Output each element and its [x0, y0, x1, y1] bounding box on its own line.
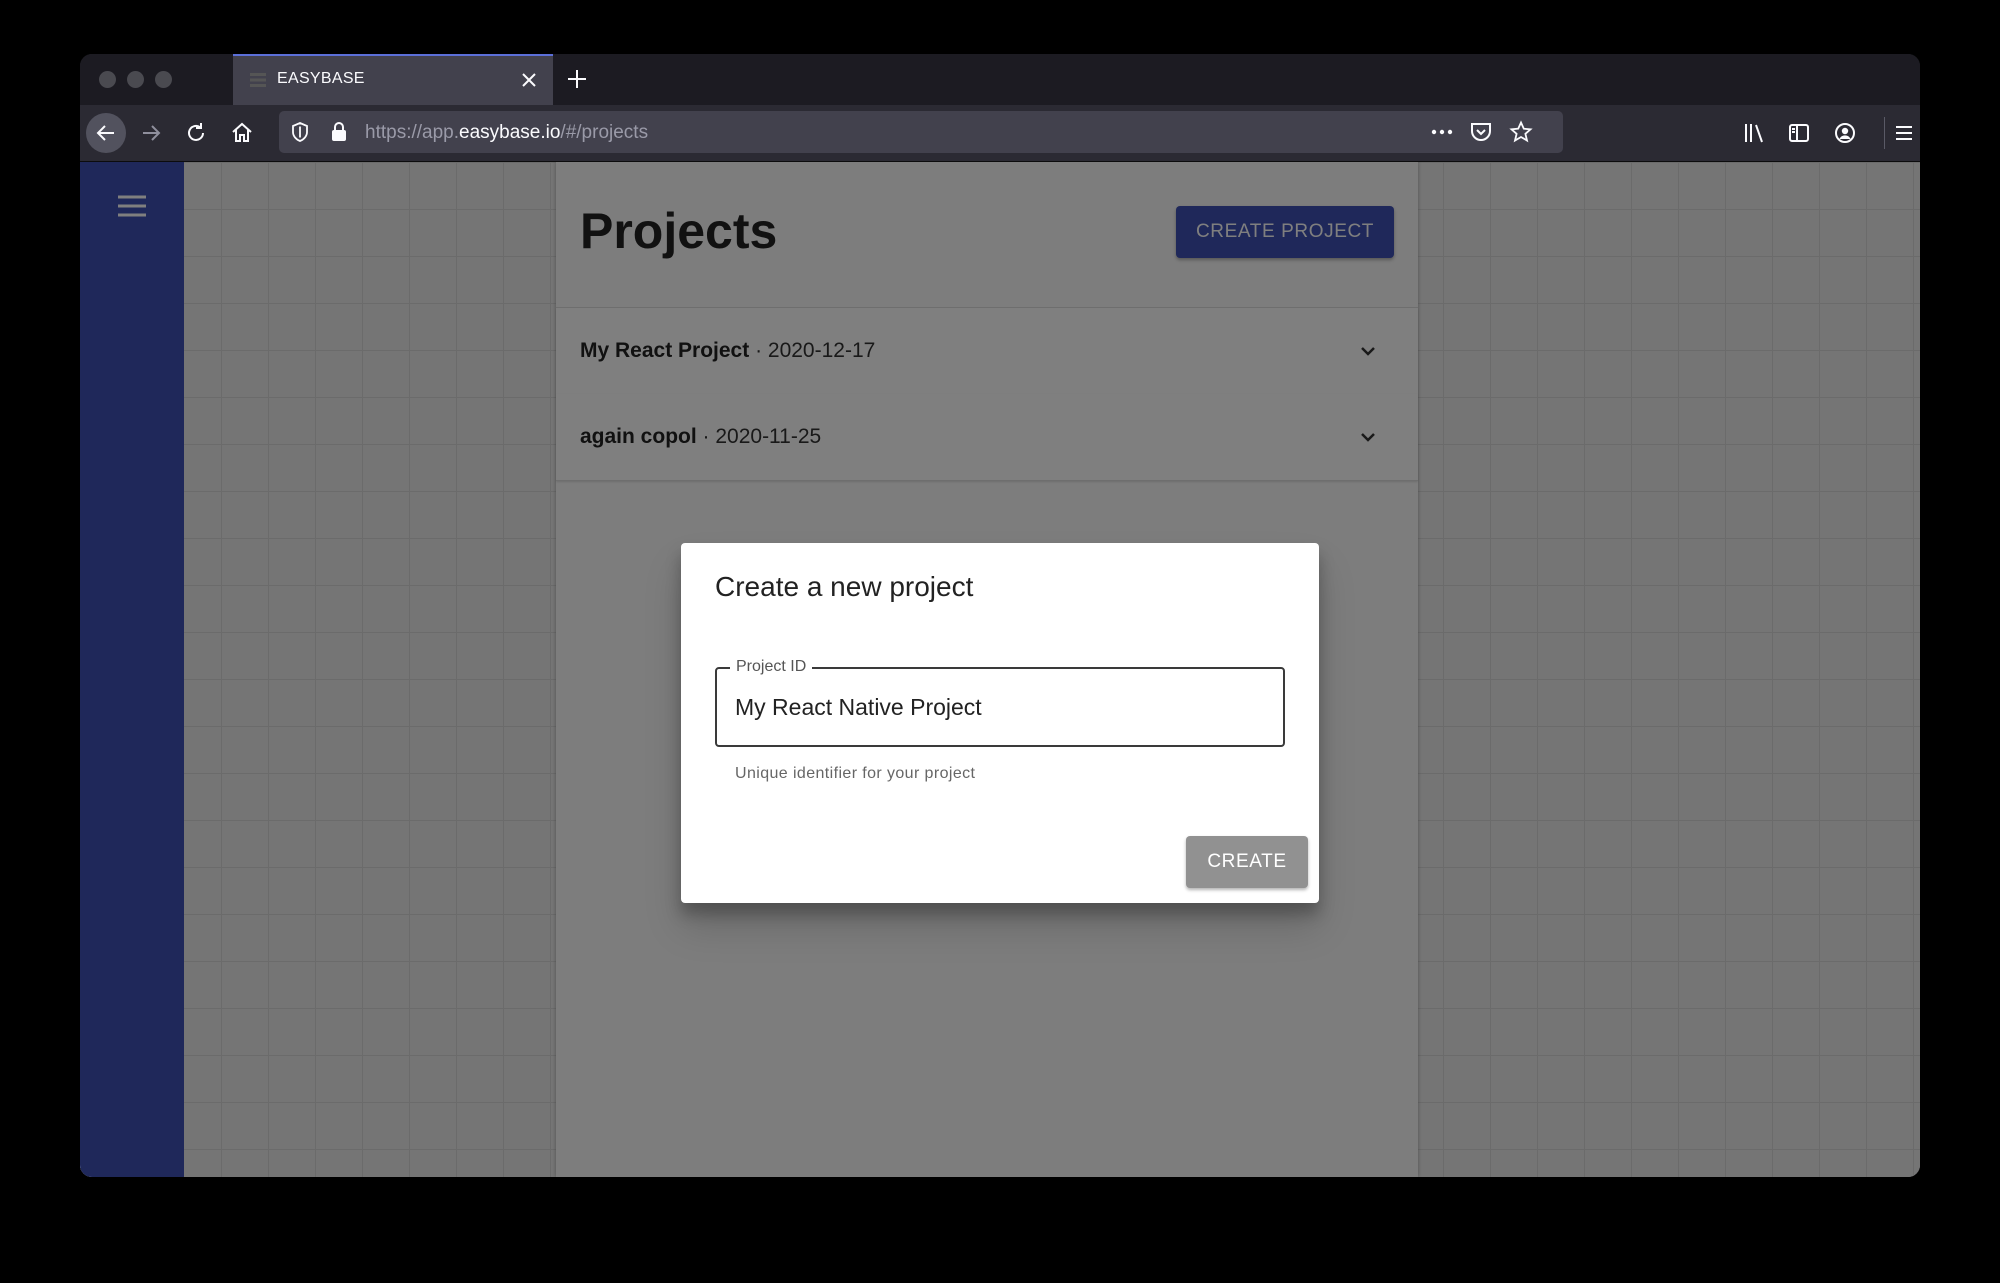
close-window-icon[interactable]: [99, 71, 116, 88]
reload-button[interactable]: [176, 113, 216, 153]
url-path: /#/projects: [560, 122, 649, 143]
pocket-icon[interactable]: [1469, 120, 1493, 144]
project-id-input[interactable]: [735, 691, 1255, 723]
url-prefix: https://app.: [365, 122, 460, 143]
forward-arrow-icon: [143, 125, 161, 141]
close-tab-icon[interactable]: [517, 68, 541, 92]
tab-title: EASYBASE: [277, 70, 365, 87]
tab-strip: EASYBASE: [80, 54, 1920, 105]
create-button[interactable]: CREATE: [1186, 836, 1308, 888]
lock-icon[interactable]: [329, 121, 349, 143]
app-menu-icon[interactable]: [1892, 121, 1916, 145]
dialog-title: Create a new project: [715, 571, 974, 602]
sidebar-toggle-icon[interactable]: [1787, 121, 1811, 145]
home-button[interactable]: [222, 113, 262, 153]
minimize-window-icon[interactable]: [127, 71, 144, 88]
new-tab-icon[interactable]: [564, 66, 590, 92]
create-project-dialog: Create a new project Project ID Unique i…: [681, 543, 1319, 903]
home-icon: [232, 122, 252, 142]
url-bar[interactable]: https://app.easybase.io/#/projects: [279, 111, 1563, 153]
library-icon[interactable]: [1742, 121, 1766, 145]
url-host: easybase.io: [459, 122, 561, 143]
browser-window: EASYBASE https://app.easybase.io/#/proje…: [80, 54, 1920, 1177]
project-id-label: Project ID: [730, 658, 813, 676]
browser-tab[interactable]: EASYBASE: [233, 54, 553, 105]
toolbar-divider: [1884, 117, 1885, 149]
back-button[interactable]: [86, 113, 126, 153]
bookmark-star-icon[interactable]: [1509, 120, 1533, 144]
navigation-bar: https://app.easybase.io/#/projects: [80, 105, 1920, 162]
maximize-window-icon[interactable]: [155, 71, 172, 88]
tracking-protection-shield-icon[interactable]: [289, 121, 311, 143]
back-arrow-icon: [96, 125, 114, 141]
account-icon[interactable]: [1833, 121, 1857, 145]
url-text[interactable]: https://app.easybase.io/#/projects: [365, 122, 648, 144]
easybase-favicon-icon: [250, 73, 266, 87]
page-content: Projects CREATE PROJECT My React Project…: [80, 162, 1920, 1177]
page-actions-icon[interactable]: [1429, 121, 1455, 143]
project-id-helper-text: Unique identifier for your project: [735, 765, 976, 782]
project-id-field: Project ID: [715, 658, 1285, 747]
reload-icon: [188, 123, 204, 141]
forward-button[interactable]: [131, 113, 171, 153]
